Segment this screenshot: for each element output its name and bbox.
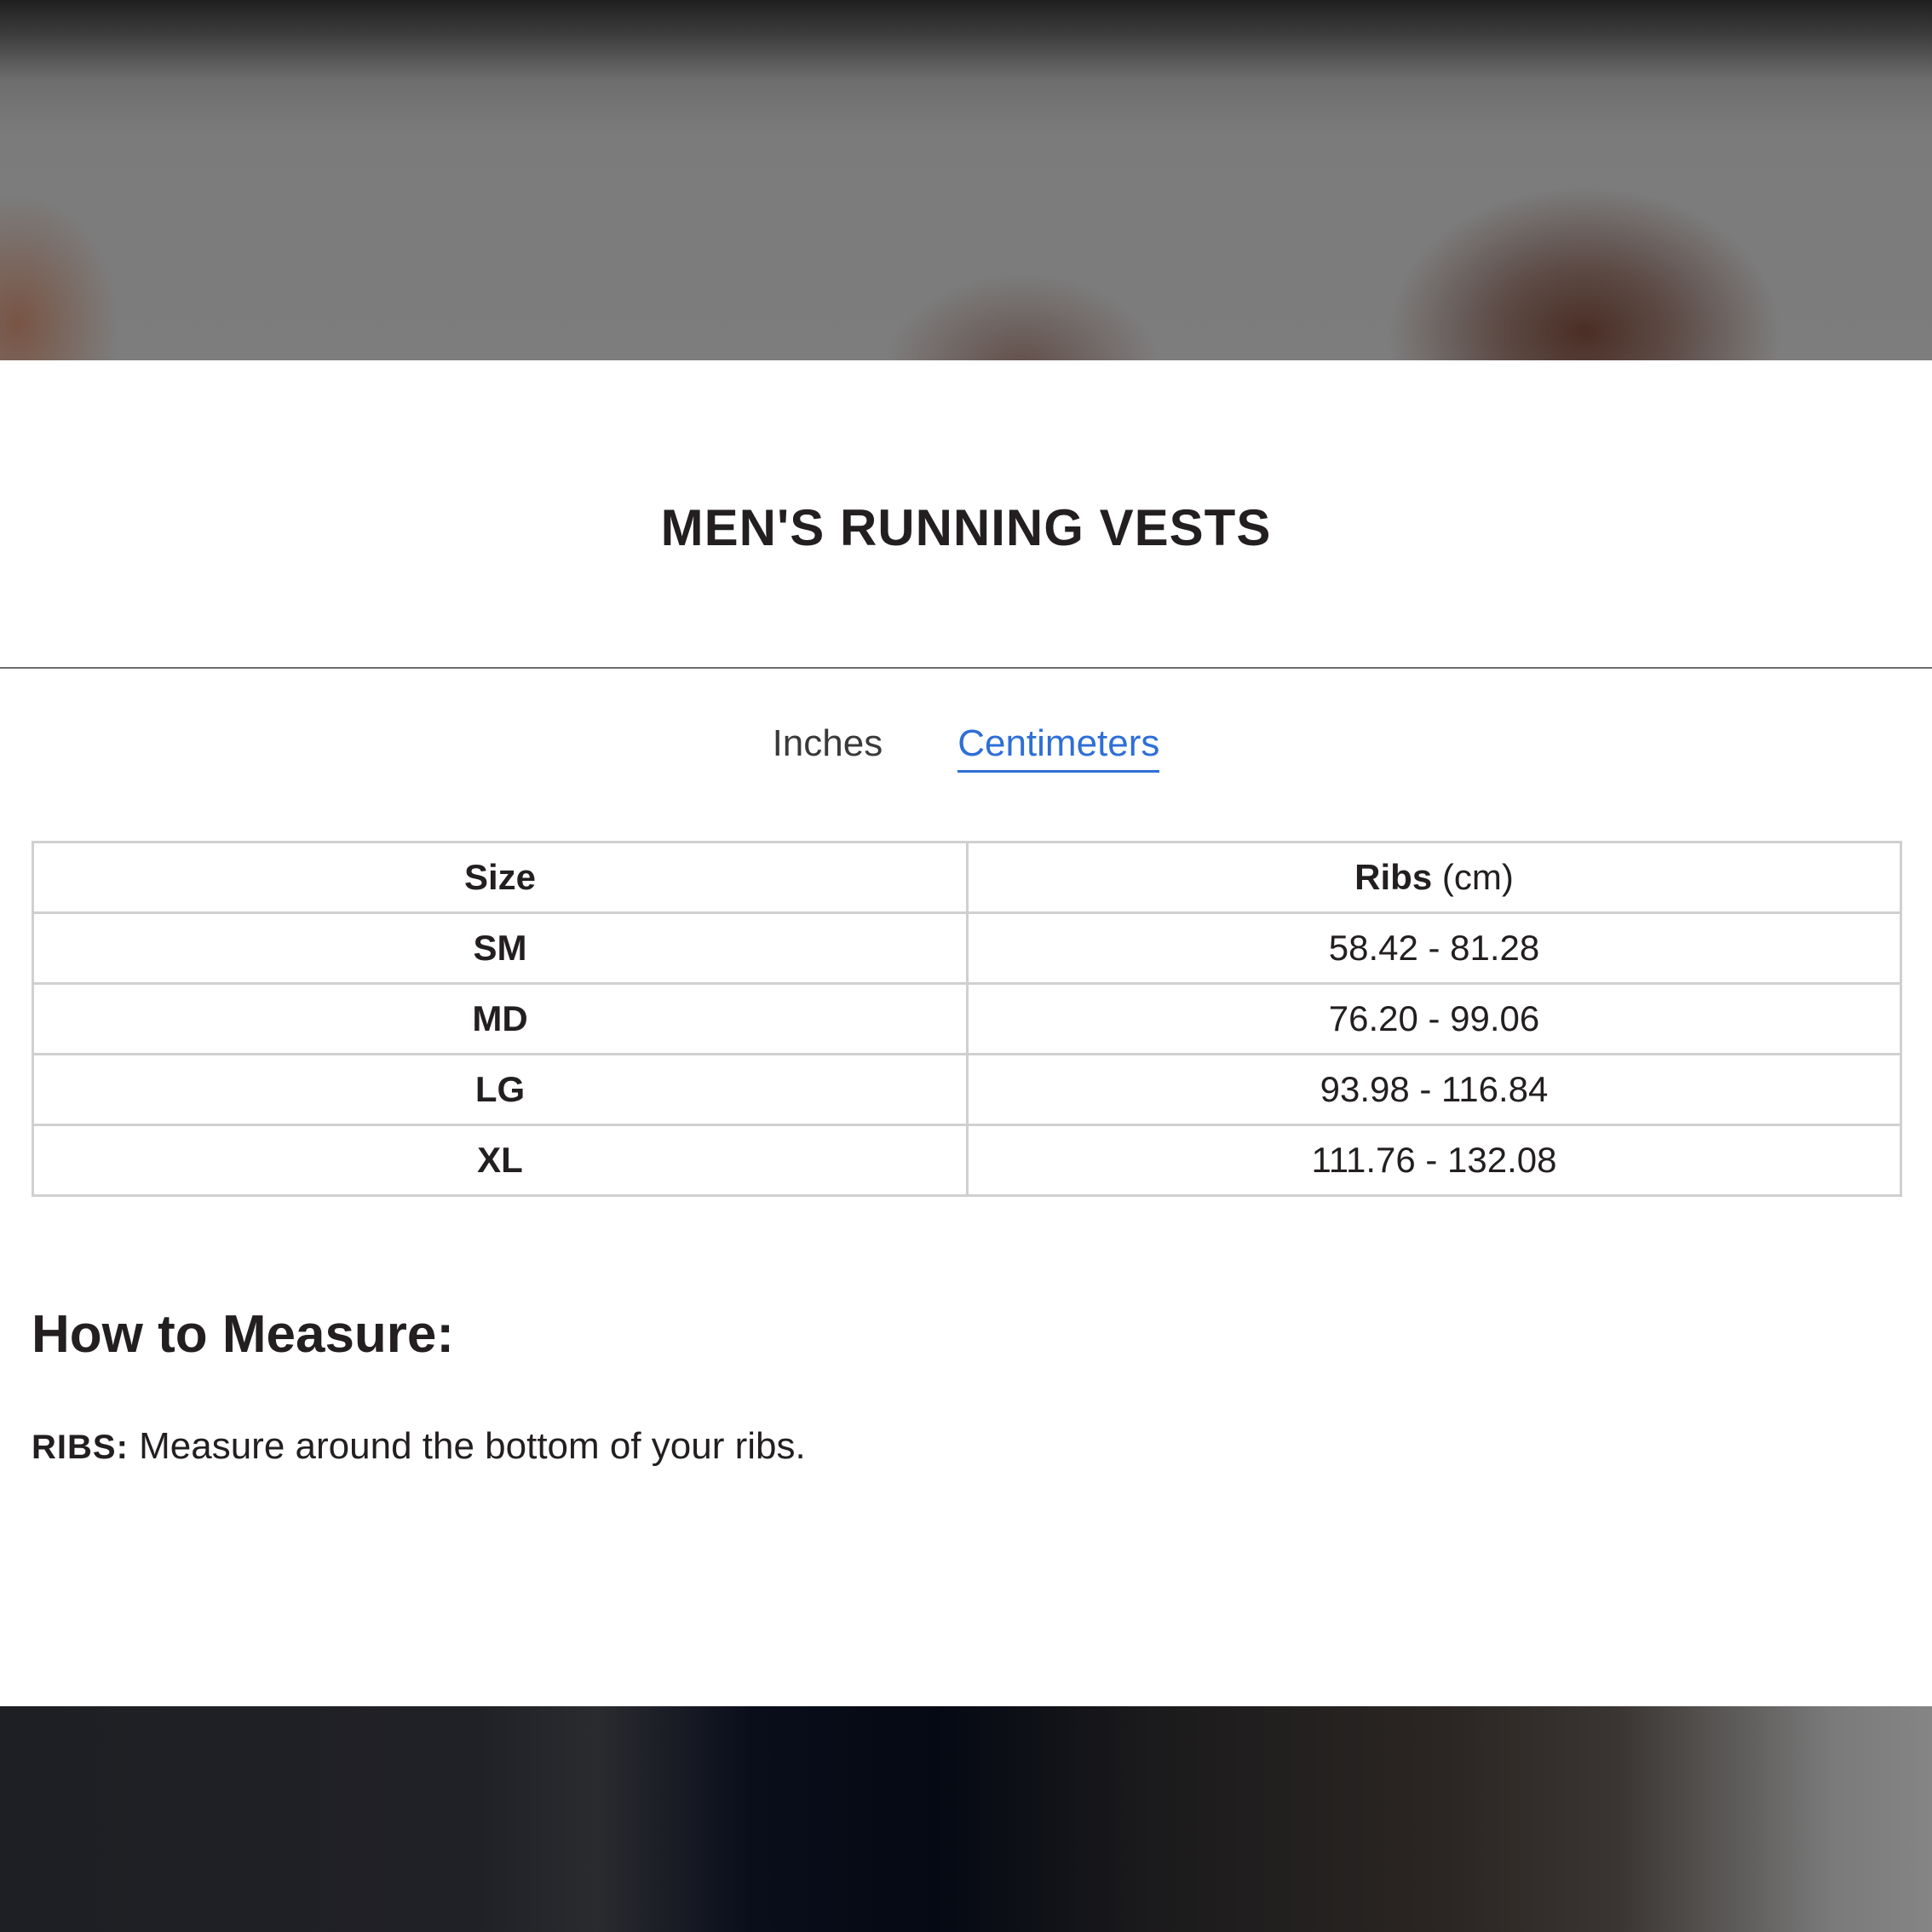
table-header-row: Size Ribs (cm) [32,841,1902,914]
unit-tabs: Inches Centimeters [0,722,1932,773]
table-row: SM 58.42 - 81.28 [32,911,1902,985]
size-cell: MD [32,982,969,1055]
measure-instruction-ribs: RIBS: Measure around the bottom of your … [32,1425,806,1468]
size-table: Size Ribs (cm) SM 58.42 - 81.28 MD 76.20… [32,841,1902,1197]
size-cell: XL [32,1124,969,1197]
ribs-cell: 111.76 - 132.08 [966,1124,1902,1197]
ribs-header-label: Ribs [1354,857,1433,897]
ribs-column-header: Ribs (cm) [966,841,1902,914]
background-photo-top [0,0,1932,360]
measure-description: Measure around the bottom of your ribs. [128,1425,806,1467]
page-title: MEN'S RUNNING VESTS [660,499,1272,556]
size-cell: SM [32,911,969,985]
size-cell: LG [32,1053,969,1126]
ribs-cell: 93.98 - 116.84 [966,1053,1902,1126]
table-row: LG 93.98 - 116.84 [32,1053,1902,1126]
ribs-header-unit: (cm) [1441,857,1514,897]
table-row: XL 111.76 - 132.08 [32,1124,1902,1197]
measure-term: RIBS: [32,1429,129,1466]
tab-centimeters[interactable]: Centimeters [957,722,1160,773]
table-row: MD 76.20 - 99.06 [32,982,1902,1055]
ribs-cell: 58.42 - 81.28 [966,911,1902,985]
title-divider [0,667,1932,669]
ribs-cell: 76.20 - 99.06 [966,982,1902,1055]
size-guide-panel: MEN'S RUNNING VESTS Inches Centimeters S… [0,360,1932,1706]
how-to-measure-heading: How to Measure: [32,1305,455,1364]
size-column-header: Size [32,841,969,914]
background-photo-bottom [0,1706,1932,1932]
tab-inches[interactable]: Inches [773,722,883,773]
